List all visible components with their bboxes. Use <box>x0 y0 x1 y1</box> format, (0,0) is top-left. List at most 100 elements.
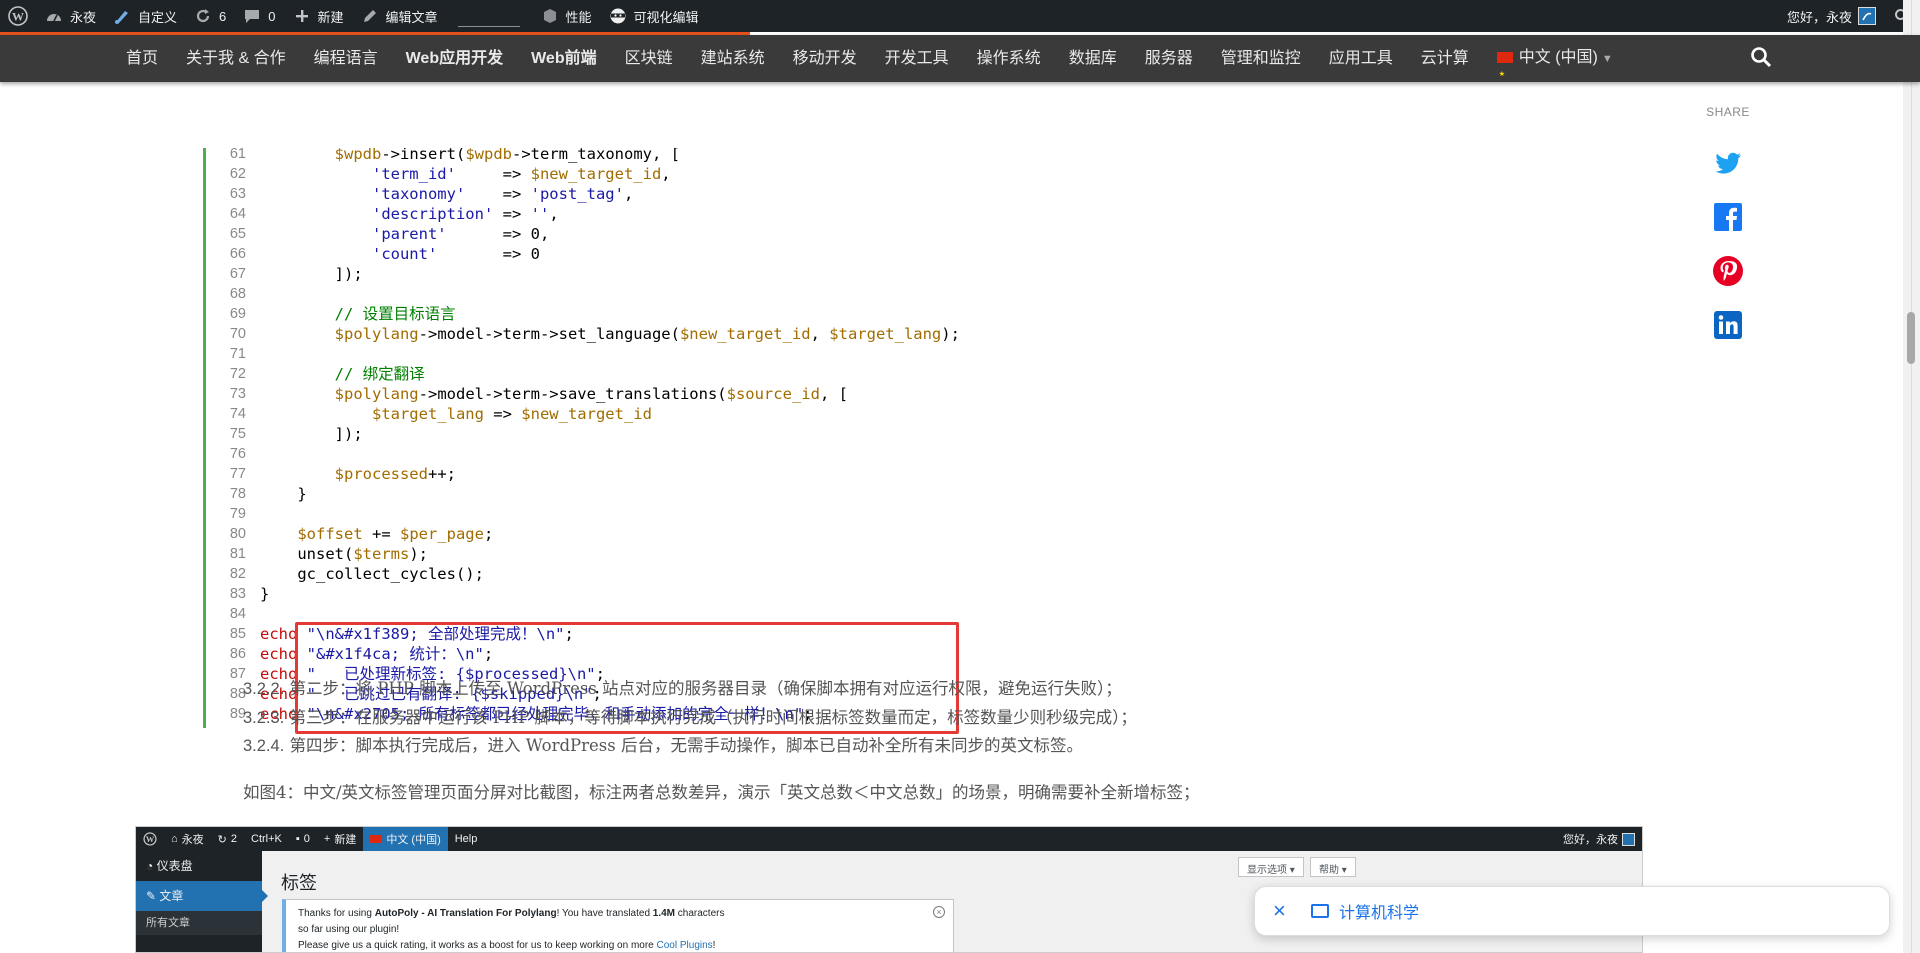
toast-category-link[interactable]: 计算机科学 <box>1339 899 1419 923</box>
line-number: 64 <box>229 206 246 222</box>
code-text: 'term_id' => $new_target_id, <box>371 165 671 183</box>
notice-line-3-end: ! <box>712 940 716 951</box>
screenshot-wp-logo: W <box>136 827 164 851</box>
code-text: // 设置目标语言 <box>334 305 456 323</box>
updates-link[interactable]: 6 <box>185 0 234 32</box>
screenshot-shortcut: Ctrl+K <box>251 833 282 845</box>
code-line: 83} <box>230 584 1063 604</box>
performance-icon <box>540 6 560 26</box>
svg-text:W: W <box>12 10 24 24</box>
new-content-link[interactable]: 新建 <box>284 0 352 32</box>
line-number: 69 <box>229 306 246 322</box>
home-icon: ⌂ <box>171 833 178 845</box>
code-text: $polylang->model->term->save_translation… <box>334 385 848 403</box>
step-3-2-3: 3.2.3. 第三步：在服务器中运行该 PHP 脚本，等待脚本执行完成（执行时间… <box>243 704 1137 728</box>
plus-icon: + <box>323 833 331 845</box>
line-number: 79 <box>229 506 246 522</box>
code-line: 70 $polylang->model->term->set_language(… <box>230 324 1063 344</box>
code-line: 79 <box>230 504 1063 524</box>
nav-item-database[interactable]: 数据库 <box>1055 35 1131 82</box>
screenshot-comments-count: 0 <box>303 833 310 845</box>
customize-link[interactable]: 自定义 <box>104 0 185 32</box>
code-text: ]); <box>260 425 363 443</box>
screenshot-plugin-notice: Thanks for using AutoPoly - AI Translati… <box>282 899 954 952</box>
screenshot-menu-posts: ✎ 文章 <box>136 881 268 911</box>
line-number: 88 <box>229 686 246 702</box>
code-text: unset($terms); <box>260 545 428 563</box>
nav-item-servers[interactable]: 服务器 <box>1131 35 1207 82</box>
comment-bubble-icon <box>242 6 262 26</box>
updates-count: 6 <box>219 8 227 24</box>
step-number: 3.2.2. <box>243 680 285 698</box>
refresh-icon: ↻ <box>217 833 227 846</box>
edit-post-label: 编辑文章 <box>385 9 438 25</box>
screenshot-greeting-label: 您好，永夜 <box>1563 834 1618 846</box>
pinterest-share-button[interactable] <box>1712 255 1744 287</box>
nav-item-web-frontend[interactable]: Web前端 <box>517 35 611 82</box>
screenshot-new: + 新建 <box>317 827 363 851</box>
notice-plugin-name: AutoPoly - AI Translation For Polylang <box>374 908 557 919</box>
nav-item-site-building[interactable]: 建站系统 <box>687 35 779 82</box>
screenshot-dashboard-label: 仪表盘 <box>156 859 193 873</box>
nav-item-cloud[interactable]: 云计算 <box>1407 35 1483 82</box>
nav-item-management-monitoring[interactable]: 管理和监控 <box>1207 35 1315 82</box>
my-account-link[interactable]: 您好，永夜 <box>1779 0 1884 32</box>
nav-item-dev-tools[interactable]: 开发工具 <box>871 35 963 82</box>
nav-item-mobile-dev[interactable]: 移动开发 <box>779 35 871 82</box>
share-label: SHARE <box>1706 105 1750 119</box>
screenshot-menu-all-posts: 所有文章 <box>136 911 262 935</box>
code-text: $target_lang => $new_target_id <box>371 405 652 423</box>
code-line: 74 $target_lang => $new_target_id <box>230 404 1063 424</box>
nav-item-blockchain[interactable]: 区块链 <box>611 35 687 82</box>
page-scrollbar[interactable] <box>1903 0 1920 953</box>
site-search-button[interactable] <box>1750 46 1776 72</box>
code-text: } <box>260 485 307 503</box>
line-number: 76 <box>229 446 246 462</box>
line-number: 67 <box>229 266 246 282</box>
nav-item-programming-languages[interactable]: 编程语言 <box>300 35 392 82</box>
avatar <box>1858 7 1876 25</box>
scrollbar-thumb[interactable] <box>1907 312 1915 364</box>
code-line: 68 <box>230 284 1063 304</box>
screenshot-page-title: 标签 <box>281 873 317 893</box>
performance-link[interactable]: 性能 <box>532 0 600 32</box>
nav-item-app-tools[interactable]: 应用工具 <box>1315 35 1407 82</box>
avatar <box>1622 832 1635 846</box>
visual-editor-link[interactable]: 可视化编辑 <box>600 0 707 32</box>
nav-item-web-app-dev[interactable]: Web应用开发 <box>392 35 518 82</box>
nav-item-os[interactable]: 操作系统 <box>963 35 1055 82</box>
twitter-share-button[interactable] <box>1712 147 1744 179</box>
line-number: 63 <box>229 186 246 202</box>
site-name-link[interactable]: 永夜 <box>36 0 104 32</box>
line-number: 87 <box>229 666 246 682</box>
linkedin-icon <box>1714 311 1742 339</box>
code-text: $wpdb->insert($wpdb->term_taxonomy, [ <box>334 148 680 163</box>
nav-item-web-frontend-label: Web前端 <box>531 50 597 67</box>
comment-bubble-icon: ▪ <box>295 833 300 845</box>
nav-menu: 首页 关于我 & 合作 编程语言 Web应用开发 Web前端 区块链 建站系统 … <box>112 34 1627 98</box>
nav-item-home[interactable]: 首页 <box>112 35 172 82</box>
linkedin-share-button[interactable] <box>1712 309 1744 341</box>
svg-text:W: W <box>146 835 155 844</box>
screenshot-menu-dashboard: ◔ 仪表盘 <box>136 851 262 881</box>
greeting-label: 您好，永夜 <box>1786 9 1852 25</box>
close-icon[interactable]: × <box>1273 898 1293 924</box>
code-line: 84 <box>230 604 1063 624</box>
nav-item-language-switcher[interactable]: 中文 (中国)▼ <box>1483 34 1627 98</box>
edit-post-link[interactable]: 编辑文章 <box>352 0 446 32</box>
nav-item-about[interactable]: 关于我 & 合作 <box>172 35 300 82</box>
screenshot-admin-bar: W ⌂ 永夜 ↻ 2 Ctrl+K ▪ 0 + 新建 中文 (中国) Help 您好，永… <box>136 827 1642 851</box>
facebook-share-button[interactable] <box>1712 201 1744 233</box>
line-number: 74 <box>229 406 246 422</box>
line-number: 75 <box>229 426 246 442</box>
step-3-2-2: 3.2.2. 第二步：将 PHP 脚本上传至 WordPress 站点对应的服务… <box>243 675 1122 699</box>
line-number: 73 <box>229 386 246 402</box>
screenshot-updates: ↻ 2 <box>211 827 244 851</box>
notice-line-1: Thanks for using AutoPoly - AI Translati… <box>298 906 941 922</box>
comments-link[interactable]: 0 <box>234 0 283 32</box>
admin-bar-search-field[interactable] <box>457 5 520 27</box>
screenshot-posts-label: 文章 <box>159 889 184 903</box>
wordpress-logo-button[interactable]: W <box>0 0 36 32</box>
pin-icon: ✎ <box>146 889 157 903</box>
line-number: 68 <box>229 286 246 302</box>
